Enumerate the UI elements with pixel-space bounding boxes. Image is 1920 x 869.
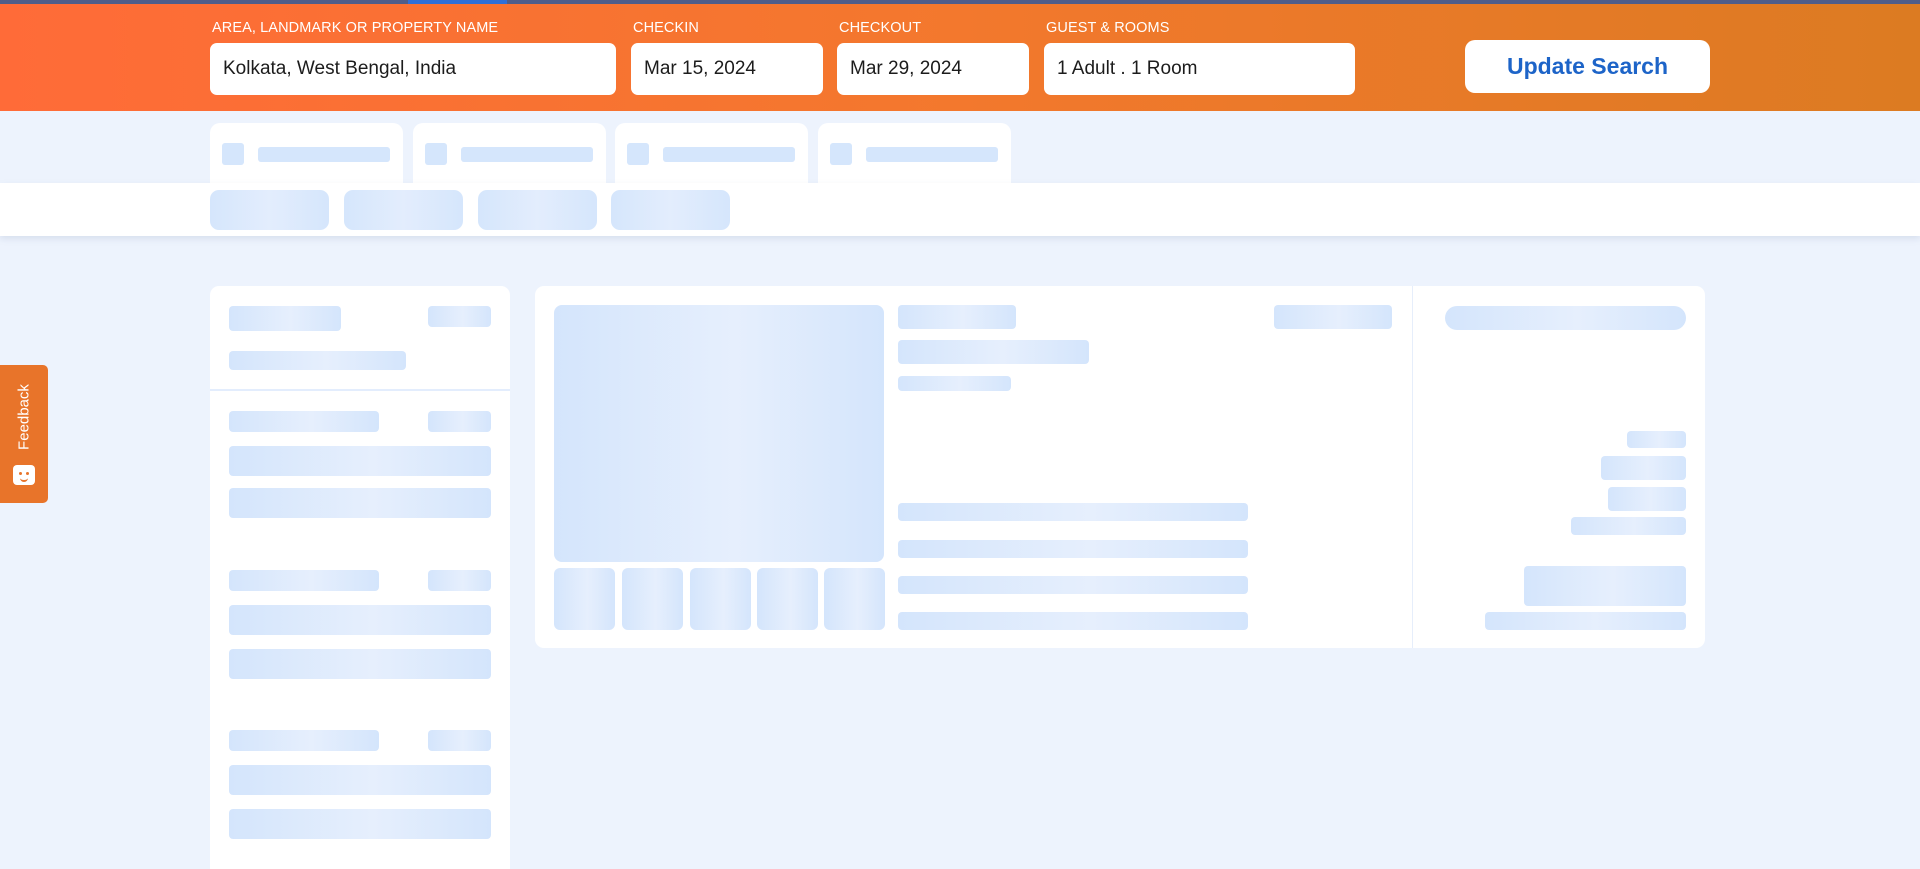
skeleton-line: [898, 540, 1248, 558]
area-input[interactable]: Kolkata, West Bengal, India: [210, 43, 616, 95]
tab-placeholder-icon: [425, 143, 447, 165]
skeleton-line: [229, 649, 491, 679]
skeleton-line: [229, 765, 491, 795]
skeleton-line: [229, 351, 406, 370]
thumbnail-placeholder: [757, 568, 818, 630]
skeleton-line: [428, 411, 491, 432]
loading-progress-segment: [408, 0, 507, 4]
tab-placeholder: [615, 123, 808, 187]
filter-chip-placeholder: [210, 190, 329, 230]
guests-label: GUEST & ROOMS: [1046, 20, 1170, 36]
smiley-chat-icon: [13, 465, 35, 485]
tab-placeholder: [413, 123, 606, 187]
tab-placeholder: [818, 123, 1011, 187]
skeleton-line: [898, 576, 1248, 594]
tab-placeholder-text: [461, 147, 593, 162]
skeleton-line: [898, 612, 1248, 630]
skeleton-line: [428, 730, 491, 751]
image-placeholder: [554, 305, 884, 562]
update-search-button[interactable]: Update Search: [1465, 40, 1710, 93]
thumbnail-placeholder: [622, 568, 683, 630]
tab-placeholder-icon: [830, 143, 852, 165]
thumbnail-placeholder: [554, 568, 615, 630]
tab-placeholder: [210, 123, 403, 187]
skeleton-line: [1524, 566, 1686, 606]
skeleton-line: [1627, 431, 1686, 448]
skeleton-line: [229, 605, 491, 635]
skeleton-line: [229, 446, 491, 476]
skeleton-line: [428, 570, 491, 591]
skeleton-line: [1608, 487, 1686, 511]
checkin-input[interactable]: Mar 15, 2024: [631, 43, 823, 95]
tab-placeholder-text: [258, 147, 390, 162]
tab-placeholder-icon: [627, 143, 649, 165]
skeleton-line: [229, 809, 491, 839]
skeleton-line: [1571, 517, 1686, 535]
checkin-label: CHECKIN: [633, 20, 699, 36]
filter-chip-placeholder: [344, 190, 463, 230]
skeleton-line: [1601, 456, 1686, 480]
thumbnail-placeholder: [690, 568, 751, 630]
skeleton-line: [1485, 612, 1686, 630]
skeleton-line: [229, 570, 379, 591]
skeleton-line: [898, 340, 1089, 364]
filter-chip-placeholder: [611, 190, 730, 230]
skeleton-line: [1274, 305, 1392, 329]
skeleton-line: [898, 376, 1011, 391]
loading-progress-bar: [0, 0, 1920, 4]
feedback-label: Feedback: [15, 384, 33, 450]
tab-placeholder-icon: [222, 143, 244, 165]
skeleton-line: [229, 730, 379, 751]
skeleton-line: [1445, 306, 1686, 330]
skeleton-line: [898, 305, 1016, 329]
skeleton-line: [428, 306, 491, 327]
feedback-tab[interactable]: Feedback: [0, 365, 48, 503]
skeleton-line: [229, 306, 341, 331]
tab-placeholder-text: [866, 147, 998, 162]
checkout-input[interactable]: Mar 29, 2024: [837, 43, 1029, 95]
skeleton-line: [229, 411, 379, 432]
thumbnail-placeholder: [824, 568, 885, 630]
guests-rooms-selector[interactable]: 1 Adult . 1 Room: [1044, 43, 1355, 95]
search-header: AREA, LANDMARK OR PROPERTY NAME Kolkata,…: [0, 0, 1920, 111]
tab-placeholder-text: [663, 147, 795, 162]
area-label: AREA, LANDMARK OR PROPERTY NAME: [212, 20, 499, 36]
checkout-label: CHECKOUT: [839, 20, 922, 36]
card-divider: [1412, 286, 1413, 648]
skeleton-line: [898, 503, 1248, 521]
filter-chip-placeholder: [478, 190, 597, 230]
filters-divider: [210, 389, 510, 391]
skeleton-line: [229, 488, 491, 518]
